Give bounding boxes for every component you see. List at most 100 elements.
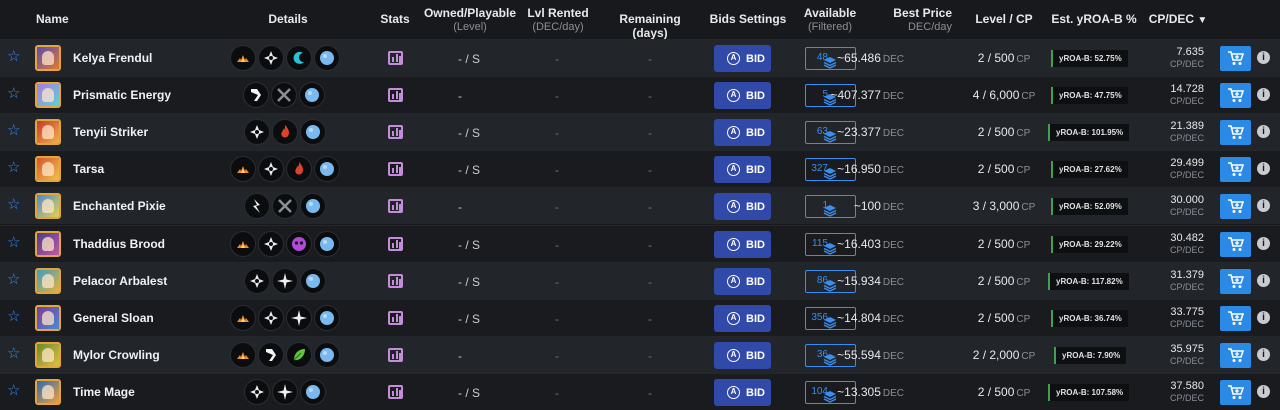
add-to-cart-button[interactable] xyxy=(1220,305,1251,331)
favorite-star-icon[interactable]: ☆ xyxy=(7,235,21,250)
card-thumbnail[interactable] xyxy=(35,378,61,405)
bid-button[interactable]: A BID xyxy=(714,45,771,72)
card-name[interactable]: Tarsa xyxy=(73,162,104,176)
bid-button[interactable]: A BID xyxy=(714,304,771,332)
info-icon[interactable]: i xyxy=(1257,310,1270,324)
column-available[interactable]: Available (Filtered) xyxy=(795,6,865,34)
sparkle-icon xyxy=(272,267,298,294)
column-best-price[interactable]: Best Price DEC/day xyxy=(880,6,952,34)
stats-chart-icon[interactable] xyxy=(388,162,403,177)
cp-dec-value: 30.000 xyxy=(1170,194,1204,207)
crossed-swords-icon xyxy=(271,82,297,109)
card-name[interactable]: General Sloan xyxy=(73,311,154,325)
card-thumbnail[interactable] xyxy=(35,230,61,257)
card-name[interactable]: Kelya Frendul xyxy=(73,51,152,65)
column-yroa[interactable]: Est. yROA-B % xyxy=(1046,12,1142,26)
column-remaining[interactable]: Remaining (days) xyxy=(600,12,700,40)
bid-button[interactable]: A BID xyxy=(714,230,771,258)
add-to-cart-button[interactable] xyxy=(1220,194,1251,220)
favorite-star-icon[interactable]: ☆ xyxy=(7,346,21,361)
add-to-cart-button[interactable] xyxy=(1220,46,1251,71)
yroa-badge: yROA-B: 36.74% xyxy=(1051,309,1128,327)
add-to-cart-button[interactable] xyxy=(1220,342,1251,368)
stats-chart-icon[interactable] xyxy=(388,273,403,288)
card-thumbnail[interactable] xyxy=(35,82,61,109)
info-icon[interactable]: i xyxy=(1257,51,1270,64)
card-thumbnail[interactable] xyxy=(35,45,61,71)
bid-button[interactable]: A BID xyxy=(714,378,771,406)
level-cp: 2 / 500 CP xyxy=(965,237,1043,251)
yroa-badge: yROA-B: 27.62% xyxy=(1051,161,1128,179)
bid-button[interactable]: A BID xyxy=(714,156,771,184)
column-cpdec[interactable]: CP/DEC ▼ xyxy=(1148,12,1208,28)
info-icon[interactable]: i xyxy=(1257,347,1270,361)
remaining-days: - xyxy=(648,126,652,141)
cp-dec-unit: CP/DEC xyxy=(1169,96,1204,107)
bid-button[interactable]: A BID xyxy=(714,193,771,221)
card-thumbnail[interactable] xyxy=(35,156,61,183)
add-to-cart-button[interactable] xyxy=(1220,120,1251,146)
add-to-cart-button[interactable] xyxy=(1220,83,1251,109)
stats-chart-icon[interactable] xyxy=(388,347,403,362)
favorite-star-icon[interactable]: ☆ xyxy=(7,272,21,287)
favorite-star-icon[interactable]: ☆ xyxy=(7,383,21,398)
bid-button[interactable]: A BID xyxy=(714,267,771,295)
cp-dec-value: 7.635 xyxy=(1176,46,1204,58)
favorite-star-icon[interactable]: ☆ xyxy=(7,123,21,138)
info-icon[interactable]: i xyxy=(1257,384,1270,398)
info-icon[interactable]: i xyxy=(1257,125,1270,139)
bid-button[interactable]: A BID xyxy=(714,82,771,110)
column-lvl-rented[interactable]: Lvl Rented (DEC/day) xyxy=(518,6,598,34)
table-row: ☆ Tenyii Striker - / S - - A BID 63 ~23.… xyxy=(0,113,1280,151)
card-name[interactable]: Tenyii Striker xyxy=(73,125,148,139)
bid-button[interactable]: A BID xyxy=(714,119,771,147)
add-to-cart-button[interactable] xyxy=(1220,379,1251,405)
column-name[interactable]: Name xyxy=(36,12,69,26)
stats-chart-icon[interactable] xyxy=(388,236,403,251)
card-thumbnail[interactable] xyxy=(35,193,61,220)
fire-element-icon xyxy=(230,156,256,183)
lvl-rented: - xyxy=(555,348,559,363)
card-name[interactable]: Prismatic Energy xyxy=(73,88,171,102)
card-thumbnail[interactable] xyxy=(35,119,61,146)
available-count-button[interactable]: 1 xyxy=(805,195,856,219)
info-icon[interactable]: i xyxy=(1257,199,1270,213)
best-price: ~100 DEC xyxy=(854,199,904,213)
info-icon[interactable]: i xyxy=(1257,273,1270,287)
yroa-badge: yROA-B: 107.58% xyxy=(1048,383,1130,401)
info-icon[interactable]: i xyxy=(1257,236,1270,250)
owned-playable: - xyxy=(458,200,462,215)
card-thumbnail[interactable] xyxy=(35,267,61,294)
best-price-value: ~15.934 xyxy=(837,273,881,288)
stats-chart-icon[interactable] xyxy=(388,51,403,65)
card-thumbnail[interactable] xyxy=(35,304,61,331)
card-name[interactable]: Enchanted Pixie xyxy=(73,199,166,213)
favorite-star-icon[interactable]: ☆ xyxy=(7,49,21,64)
card-name[interactable]: Pelacor Arbalest xyxy=(73,274,167,288)
bid-button[interactable]: A BID xyxy=(714,341,771,369)
auction-icon: A xyxy=(727,274,740,288)
stats-chart-icon[interactable] xyxy=(388,384,403,399)
favorite-star-icon[interactable]: ☆ xyxy=(7,86,21,101)
info-icon[interactable]: i xyxy=(1257,88,1270,102)
card-name[interactable]: Time Mage xyxy=(73,385,135,399)
stats-chart-icon[interactable] xyxy=(388,88,403,103)
column-level-cp[interactable]: Level / CP xyxy=(965,12,1043,26)
card-thumbnail[interactable] xyxy=(35,341,61,368)
add-to-cart-button[interactable] xyxy=(1220,231,1251,257)
stats-chart-icon[interactable] xyxy=(388,125,403,140)
favorite-star-icon[interactable]: ☆ xyxy=(7,160,21,175)
cp-dec-unit: CP/DEC xyxy=(1169,392,1204,403)
card-name[interactable]: Thaddius Brood xyxy=(73,237,165,251)
best-price-value: ~55.594 xyxy=(837,347,881,362)
card-name[interactable]: Mylor Crowling xyxy=(73,348,160,362)
stats-chart-icon[interactable] xyxy=(388,310,403,325)
favorite-star-icon[interactable]: ☆ xyxy=(7,309,21,324)
add-to-cart-button[interactable] xyxy=(1220,268,1251,294)
owned-playable: - / S xyxy=(458,52,481,66)
info-icon[interactable]: i xyxy=(1257,162,1270,176)
favorite-star-icon[interactable]: ☆ xyxy=(7,197,21,212)
add-to-cart-button[interactable] xyxy=(1220,157,1251,183)
stats-chart-icon[interactable] xyxy=(388,199,403,214)
column-owned[interactable]: Owned/Playable (Level) xyxy=(420,6,520,34)
